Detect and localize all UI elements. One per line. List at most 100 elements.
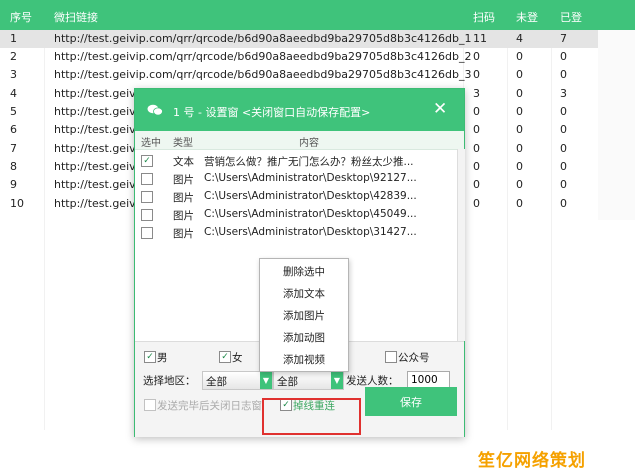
- item-checkbox[interactable]: ✓: [141, 155, 153, 167]
- row-scan: 0: [473, 178, 480, 191]
- item-content: C:\Users\Administrator\Desktop\92127...: [204, 172, 417, 184]
- menu-item-add-text[interactable]: 添加文本: [260, 284, 348, 304]
- list-scrollbar[interactable]: [457, 149, 465, 341]
- item-type: 图片: [173, 228, 194, 240]
- table-row[interactable]: 1 http://test.geivip.com/qrr/qrcode/b6d9…: [0, 30, 598, 48]
- row-not-logged: 0: [516, 160, 523, 173]
- list-item[interactable]: ✓ 文本 营销怎么做？推广无门怎么办？粉丝太少推...: [135, 152, 457, 170]
- item-content: C:\Users\Administrator\Desktop\42839...: [204, 190, 417, 202]
- row-scan: 0: [473, 197, 480, 210]
- list-item[interactable]: 图片 C:\Users\Administrator\Desktop\42839.…: [135, 188, 457, 206]
- watermark: 笙亿网络策划: [478, 451, 586, 471]
- dialog-list-header: 选中 类型 内容: [135, 131, 464, 150]
- row-link: http://test.geivi: [54, 197, 139, 210]
- row-not-logged: 0: [516, 123, 523, 136]
- context-menu: 删除选中 添加文本 添加图片 添加动图 添加视频: [259, 258, 349, 372]
- close-log-checkbox[interactable]: [144, 399, 156, 411]
- row-index: 9: [10, 178, 17, 191]
- list-item[interactable]: 图片 C:\Users\Administrator\Desktop\45049.…: [135, 206, 457, 224]
- send-count-input[interactable]: [407, 371, 450, 388]
- row-not-logged: 0: [516, 87, 523, 100]
- dialog-title: 1 号 - 设置窗 <关闭窗口自动保存配置>: [173, 106, 371, 119]
- row-logged: 3: [560, 87, 567, 100]
- menu-item-add-video[interactable]: 添加视频: [260, 350, 348, 370]
- region-select-2[interactable]: 全部 ▼: [273, 371, 344, 390]
- female-label: 女: [232, 352, 243, 364]
- row-index: 10: [10, 197, 24, 210]
- row-not-logged: 0: [516, 50, 523, 63]
- item-checkbox[interactable]: [141, 173, 153, 185]
- item-checkbox[interactable]: [141, 209, 153, 221]
- row-scan: 3: [473, 87, 480, 100]
- male-label: 男: [157, 352, 168, 364]
- wechat-icon: [147, 104, 163, 116]
- row-link: http://test.geivip.com/qrr/qrcode/b6d90a…: [54, 68, 472, 81]
- row-link: http://test.geivip.com/qrr/qrcode/b6d90a…: [54, 50, 472, 63]
- table-row[interactable]: 2 http://test.geivip.com/qrr/qrcode/b6d9…: [0, 48, 598, 66]
- public-account-checkbox[interactable]: [385, 351, 397, 363]
- row-logged: 0: [560, 142, 567, 155]
- table-scrollbar[interactable]: [598, 30, 635, 220]
- col-type-header: 类型: [173, 138, 193, 149]
- region-select-2-value: 全部: [277, 376, 298, 388]
- row-link: http://test.geivip.com/qrr/qrcode/b6d90a…: [54, 32, 472, 45]
- row-scan: 0: [473, 50, 480, 63]
- row-scan: 0: [473, 142, 480, 155]
- row-logged: 0: [560, 105, 567, 118]
- list-item[interactable]: 图片 C:\Users\Administrator\Desktop\92127.…: [135, 170, 457, 188]
- col-not-logged-header[interactable]: 未登: [516, 9, 538, 25]
- row-link: http://test.geivi: [54, 178, 139, 191]
- col-select-header: 选中: [141, 138, 161, 149]
- table-row[interactable]: 3 http://test.geivip.com/qrr/qrcode/b6d9…: [0, 66, 598, 84]
- dialog-titlebar[interactable]: 1 号 - 设置窗 <关闭窗口自动保存配置> ✕: [135, 89, 464, 131]
- item-content: C:\Users\Administrator\Desktop\45049...: [204, 208, 417, 220]
- list-item[interactable]: 图片 C:\Users\Administrator\Desktop\31427.…: [135, 224, 457, 242]
- item-checkbox[interactable]: [141, 191, 153, 203]
- close-icon[interactable]: ✕: [433, 99, 447, 119]
- row-index: 1: [10, 32, 17, 45]
- highlight-box: [262, 398, 361, 435]
- table-header: 序号 微扫链接 扫码 未登 已登: [0, 0, 635, 30]
- row-index: 3: [10, 68, 17, 81]
- item-type: 图片: [173, 192, 194, 204]
- item-checkbox[interactable]: [141, 227, 153, 239]
- row-logged: 0: [560, 160, 567, 173]
- row-link: http://test.geivi: [54, 123, 139, 136]
- menu-item-add-image[interactable]: 添加图片: [260, 306, 348, 326]
- row-not-logged: 0: [516, 142, 523, 155]
- row-logged: 0: [560, 123, 567, 136]
- menu-item-add-gif[interactable]: 添加动图: [260, 328, 348, 348]
- row-not-logged: 0: [516, 68, 523, 81]
- row-logged: 0: [560, 197, 567, 210]
- row-scan: 11: [473, 32, 487, 45]
- col-scan-header[interactable]: 扫码: [473, 9, 495, 25]
- chevron-down-icon: ▼: [260, 372, 272, 389]
- row-not-logged: 4: [516, 32, 523, 45]
- col-content-header: 内容: [299, 138, 319, 149]
- public-account-label: 公众号: [398, 352, 430, 364]
- row-link: http://test.geivi: [54, 105, 139, 118]
- col-link-header[interactable]: 微扫链接: [54, 9, 98, 25]
- row-link: http://test.geivi: [54, 142, 139, 155]
- row-index: 2: [10, 50, 17, 63]
- row-link: http://test.geivi: [54, 87, 139, 100]
- item-content: C:\Users\Administrator\Desktop\31427...: [204, 226, 417, 238]
- female-checkbox[interactable]: ✓: [219, 351, 231, 363]
- row-logged: 0: [560, 68, 567, 81]
- col-logged-header[interactable]: 已登: [560, 9, 582, 25]
- menu-item-delete-selected[interactable]: 删除选中: [260, 262, 348, 282]
- item-type: 图片: [173, 174, 194, 186]
- col-index-header[interactable]: 序号: [10, 9, 32, 25]
- row-index: 7: [10, 142, 17, 155]
- region-select-1[interactable]: 全部 ▼: [202, 371, 273, 390]
- row-not-logged: 0: [516, 178, 523, 191]
- save-button[interactable]: 保存: [365, 387, 457, 416]
- item-type: 图片: [173, 210, 194, 222]
- row-index: 4: [10, 87, 17, 100]
- row-not-logged: 0: [516, 105, 523, 118]
- row-link: http://test.geivi: [54, 160, 139, 173]
- send-count-label: 发送人数：: [346, 375, 399, 387]
- male-checkbox[interactable]: ✓: [144, 351, 156, 363]
- row-index: 5: [10, 105, 17, 118]
- row-index: 8: [10, 160, 17, 173]
